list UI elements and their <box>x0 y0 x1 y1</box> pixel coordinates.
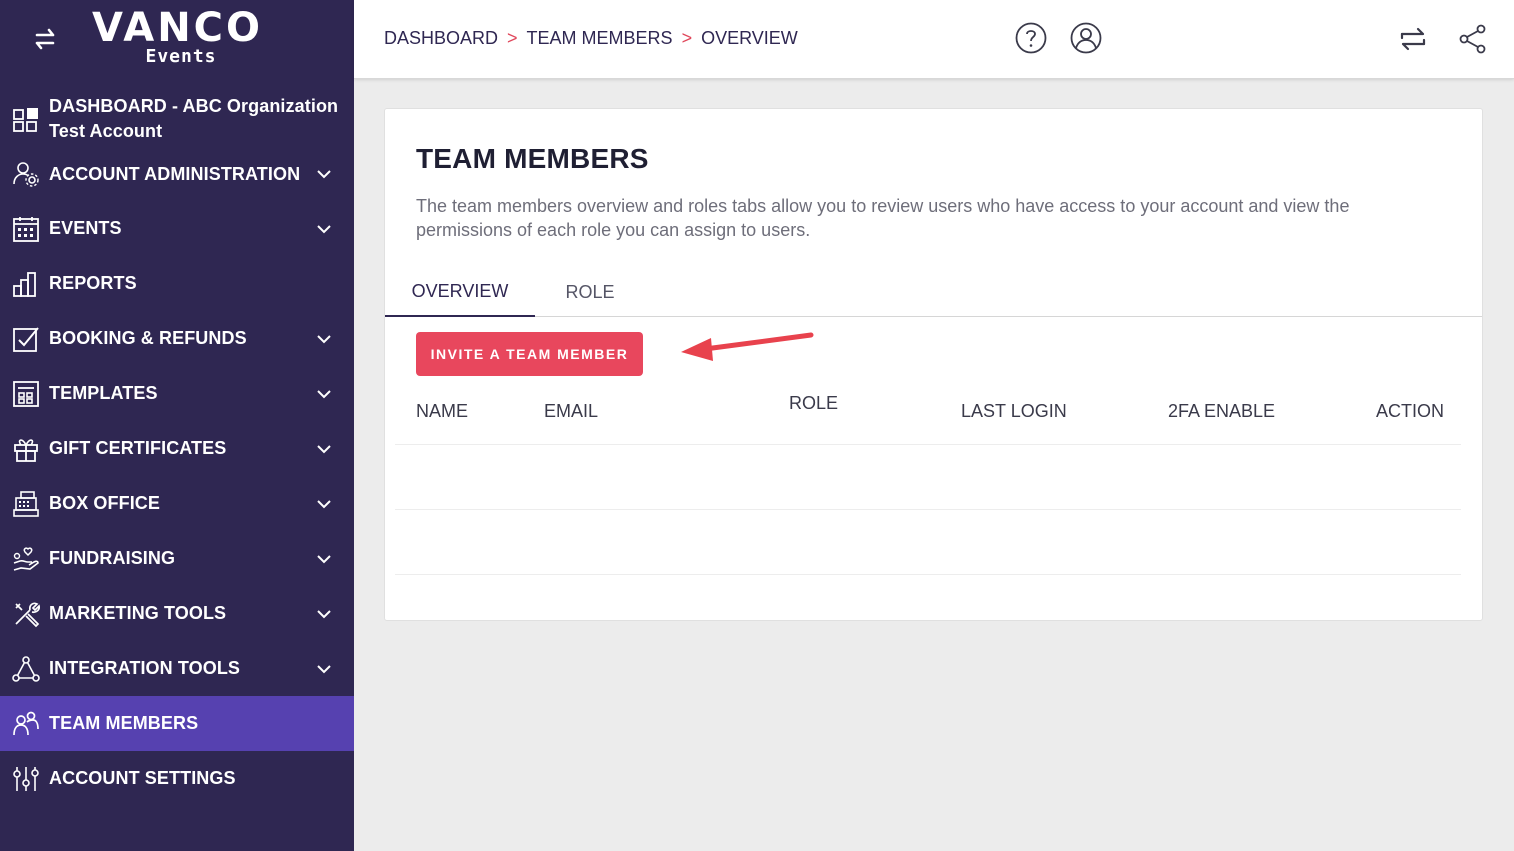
invite-team-member-button[interactable]: INVITE A TEAM MEMBER <box>416 332 643 376</box>
hand-heart-icon <box>13 546 39 571</box>
sidebar-item-label: INTEGRATION TOOLS <box>49 658 241 678</box>
breadcrumb-dashboard[interactable]: DASHBOARD <box>384 28 498 49</box>
sidebar-item-events[interactable]: EVENTS <box>0 201 354 256</box>
chevron-down-icon[interactable] <box>316 331 332 347</box>
breadcrumb-separator: > <box>681 28 693 48</box>
sidebar-item-dashboard[interactable]: DASHBOARD - ABC Organization Test Accoun… <box>0 90 354 147</box>
table-row-divider <box>395 509 1461 510</box>
sidebar-item-label: DASHBOARD - ABC Organization Test Accoun… <box>49 95 339 141</box>
dashboard-grid-icon <box>13 107 38 132</box>
team-icon <box>13 711 39 735</box>
table-row-divider <box>395 574 1461 575</box>
account-admin-icon <box>13 162 39 187</box>
share-icon[interactable] <box>1456 22 1490 56</box>
sidebar-item-label: TEMPLATES <box>49 383 158 403</box>
column-header-action[interactable]: ACTION <box>1376 401 1444 422</box>
sidebar-item-label: FUNDRAISING <box>49 548 176 568</box>
switch-icon[interactable] <box>1396 22 1430 56</box>
team-members-card: TEAM MEMBERS The team members overview a… <box>384 108 1483 621</box>
sidebar-item-marketing-tools[interactable]: MARKETING TOOLS <box>0 586 354 641</box>
page-description: The team members overview and roles tabs… <box>416 196 1350 240</box>
breadcrumb-team-members[interactable]: TEAM MEMBERS <box>527 28 673 49</box>
chevron-down-icon[interactable] <box>316 166 332 182</box>
sidebar-item-account-administration[interactable]: ACCOUNT ADMINISTRATION <box>0 147 354 201</box>
sidebar-item-box-office[interactable]: BOX OFFICE <box>0 476 354 531</box>
sidebar-item-booking-refunds[interactable]: BOOKING & REFUNDS <box>0 311 354 366</box>
sidebar-item-label: MARKETING TOOLS <box>49 603 227 623</box>
sidebar-item-label: EVENTS <box>49 218 122 238</box>
column-header-2fa-enable[interactable]: 2FA ENABLE <box>1168 401 1275 422</box>
chevron-down-icon[interactable] <box>316 551 332 567</box>
page-title: TEAM MEMBERS <box>416 143 649 174</box>
sidebar-item-label: ACCOUNT ADMINISTRATION <box>49 163 301 184</box>
tab-overview[interactable]: OVERVIEW <box>385 267 535 317</box>
sidebar-item-team-members[interactable]: TEAM MEMBERS <box>0 696 354 751</box>
tab-role[interactable]: ROLE <box>535 267 645 317</box>
sidebar-item-integration-tools[interactable]: INTEGRATION TOOLS <box>0 641 354 696</box>
column-header-name[interactable]: NAME <box>416 401 468 422</box>
bar-chart-icon <box>13 271 36 297</box>
sidebar-item-label: BOX OFFICE <box>49 493 161 513</box>
chevron-down-icon[interactable] <box>316 496 332 512</box>
chevron-down-icon[interactable] <box>316 386 332 402</box>
sidebar-item-label: ACCOUNT SETTINGS <box>49 768 236 788</box>
tools-icon <box>15 602 40 627</box>
chevron-down-icon[interactable] <box>316 221 332 237</box>
switch-account-icon[interactable] <box>30 24 60 54</box>
help-icon[interactable] <box>1014 21 1048 55</box>
user-profile-icon[interactable] <box>1069 21 1103 55</box>
sidebar-item-reports[interactable]: REPORTS <box>0 256 354 311</box>
breadcrumb-overview: OVERVIEW <box>701 28 798 48</box>
sidebar-item-label: REPORTS <box>49 273 137 293</box>
column-header-last-login[interactable]: LAST LOGIN <box>961 401 1067 422</box>
chevron-down-icon[interactable] <box>316 441 332 457</box>
integration-icon <box>12 655 40 682</box>
cash-register-icon <box>13 490 39 517</box>
vanco-logo[interactable]: VANCO Events <box>92 6 262 66</box>
sidebar-nav: DASHBOARD - ABC Organization Test Accoun… <box>0 90 354 806</box>
sidebar-item-templates[interactable]: TEMPLATES <box>0 366 354 421</box>
sidebar-item-label: TEAM MEMBERS <box>49 713 199 733</box>
column-header-email[interactable]: EMAIL <box>544 401 598 422</box>
table-row-divider <box>395 444 1461 445</box>
calendar-icon <box>13 216 39 242</box>
column-header-role[interactable]: ROLE <box>789 393 838 414</box>
sidebar: VANCO Events DASHBOARD - ABC Organizatio… <box>0 0 354 851</box>
sidebar-item-label: GIFT CERTIFICATES <box>49 438 227 458</box>
checkbox-icon <box>13 326 39 352</box>
sliders-icon <box>13 766 39 791</box>
breadcrumb: DASHBOARD > TEAM MEMBERS > OVERVIEW <box>384 28 798 49</box>
sidebar-item-account-settings[interactable]: ACCOUNT SETTINGS <box>0 751 354 806</box>
breadcrumb-separator: > <box>507 28 518 48</box>
logo-name: VANCO <box>92 5 264 51</box>
brand-header: VANCO Events <box>0 0 354 80</box>
sidebar-item-fundraising[interactable]: FUNDRAISING <box>0 531 354 586</box>
sidebar-item-gift-certificates[interactable]: GIFT CERTIFICATES <box>0 421 354 476</box>
template-icon <box>13 380 39 407</box>
top-header: DASHBOARD > TEAM MEMBERS > OVERVIEW <box>354 0 1514 79</box>
tab-bar: OVERVIEW ROLE <box>385 267 1482 317</box>
annotation-arrow-icon <box>681 332 814 361</box>
chevron-down-icon[interactable] <box>316 661 332 677</box>
chevron-down-icon[interactable] <box>316 606 332 622</box>
gift-icon <box>14 438 38 462</box>
sidebar-item-label: BOOKING & REFUNDS <box>49 328 247 348</box>
